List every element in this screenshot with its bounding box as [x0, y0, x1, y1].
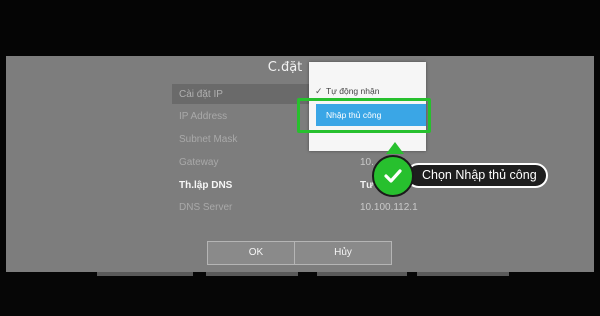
- cancel-button[interactable]: Hủy: [294, 241, 392, 265]
- setting-label-gateway[interactable]: Gateway: [179, 157, 218, 168]
- setting-label-subnet-mask[interactable]: Subnet Mask: [179, 134, 237, 145]
- setting-label-dns-setup[interactable]: Th.lập DNS: [179, 180, 232, 191]
- bottom-tab: [317, 272, 407, 276]
- checkmark-icon: [384, 169, 402, 183]
- callout-label: Chọn Nhập thủ công: [406, 163, 548, 188]
- bottom-tab: [206, 272, 298, 276]
- setting-label-ip-setting[interactable]: Cài đặt IP: [179, 89, 223, 100]
- bottom-tab: [97, 272, 193, 276]
- bottom-bar: [0, 272, 600, 316]
- ok-button[interactable]: OK: [207, 241, 305, 265]
- bottom-tab: [417, 272, 509, 276]
- callout-check-circle: [372, 155, 414, 197]
- gateway-value: 10.: [360, 157, 374, 168]
- dns-server-value: 10.100.112.1: [360, 202, 418, 213]
- callout-pointer: [386, 142, 404, 154]
- highlight-box: [297, 98, 431, 133]
- option-automatic-label: Tự động nhận: [326, 86, 380, 96]
- setting-label-dns-server[interactable]: DNS Server: [179, 202, 232, 213]
- setting-label-ip-address[interactable]: IP Address: [179, 111, 227, 122]
- dns-setup-value: Tư: [360, 180, 374, 191]
